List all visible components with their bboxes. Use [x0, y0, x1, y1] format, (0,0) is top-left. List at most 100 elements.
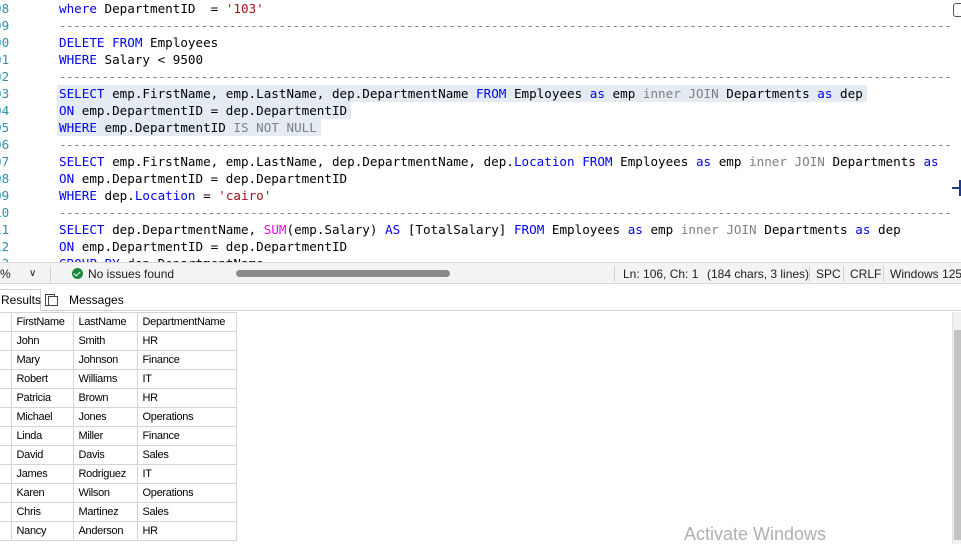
table-cell[interactable]: Miller — [72, 426, 138, 446]
code-line[interactable]: 09 WHERE dep.Location = 'cairo' — [0, 187, 961, 204]
code-token: SELECT — [59, 222, 113, 237]
table-cell[interactable]: Michael — [10, 407, 74, 427]
horizontal-scrollbar[interactable] — [236, 270, 450, 277]
tab-results[interactable]: Results — [0, 289, 41, 311]
code-line[interactable]: 08 ON emp.DepartmentID = dep.DepartmentID — [0, 170, 961, 187]
grid-corner[interactable] — [0, 312, 12, 332]
table-cell[interactable]: HR — [136, 521, 237, 541]
code-text: SELECT dep.DepartmentName, SUM(emp.Salar… — [59, 221, 901, 238]
tab-messages[interactable]: Messages — [44, 291, 124, 311]
table-cell[interactable]: Patricia — [10, 388, 74, 408]
row-header[interactable] — [0, 483, 12, 503]
code-line[interactable]: 05 WHERE emp.DepartmentID IS NOT NULL — [0, 119, 961, 136]
code-line[interactable]: 99 --------------------------------------… — [0, 17, 961, 34]
table-cell[interactable]: Linda — [10, 426, 74, 446]
code-line[interactable]: 98 where DepartmentID = '103' — [0, 0, 961, 17]
table-cell[interactable]: Karen — [10, 483, 74, 503]
code-line[interactable]: 02 --------------------------------------… — [0, 68, 961, 85]
table-cell[interactable]: Wilson — [72, 483, 138, 503]
table-cell[interactable]: Sales — [136, 445, 237, 465]
row-header[interactable] — [0, 350, 12, 370]
table-row[interactable]: Linda Miller Finance — [0, 426, 237, 446]
table-cell[interactable]: David — [10, 445, 74, 465]
issues-status[interactable]: No issues found — [88, 266, 174, 282]
spacing-mode[interactable]: SPC — [816, 266, 841, 282]
separator-comment: ----------------------------------------… — [59, 18, 951, 33]
code-line[interactable]: 10 --------------------------------------… — [0, 204, 961, 221]
table-cell[interactable]: Davis — [72, 445, 138, 465]
table-cell[interactable]: Nancy — [10, 521, 74, 541]
code-token: SELECT — [59, 154, 113, 169]
table-cell[interactable]: Anderson — [72, 521, 138, 541]
line-ending[interactable]: CRLF — [850, 266, 881, 282]
table-cell[interactable]: Johnson — [72, 350, 138, 370]
zoom-value: % — [0, 267, 11, 281]
table-row[interactable]: Nancy Anderson HR — [0, 521, 237, 541]
code-line[interactable]: 06 --------------------------------------… — [0, 136, 961, 153]
row-header[interactable] — [0, 502, 12, 522]
code-line[interactable]: 04 ON emp.DepartmentID = dep.DepartmentID — [0, 102, 961, 119]
code-line[interactable]: 00 DELETE FROM Employees — [0, 34, 961, 51]
table-row[interactable]: Robert Williams IT — [0, 369, 237, 389]
table-cell[interactable]: HR — [136, 388, 237, 408]
table-cell[interactable]: IT — [136, 369, 237, 389]
code-token: IS NOT NULL — [233, 120, 317, 135]
table-cell[interactable]: Jones — [72, 407, 138, 427]
table-cell[interactable]: Finance — [136, 350, 237, 370]
code-token: Salary < 9500 — [104, 52, 204, 67]
table-cell[interactable]: Brown — [72, 388, 138, 408]
code-line[interactable]: 03 SELECT emp.FirstName, emp.LastName, de… — [0, 85, 961, 102]
table-row[interactable]: Michael Jones Operations — [0, 407, 237, 427]
table-row[interactable]: Karen Wilson Operations — [0, 483, 237, 503]
table-row[interactable]: Patricia Brown HR — [0, 388, 237, 408]
encoding[interactable]: Windows 1252 — [890, 266, 961, 282]
table-row[interactable]: Mary Johnson Finance — [0, 350, 237, 370]
table-cell[interactable]: James — [10, 464, 74, 484]
table-cell[interactable]: IT — [136, 464, 237, 484]
row-header[interactable] — [0, 407, 12, 427]
code-line[interactable]: 11 SELECT dep.DepartmentName, SUM(emp.Sal… — [0, 221, 961, 238]
column-header[interactable]: DepartmentName — [136, 312, 237, 332]
row-header[interactable] — [0, 388, 12, 408]
table-cell[interactable]: Williams — [72, 369, 138, 389]
code-line[interactable]: 13 GROUP BY dep.DepartmentName — [0, 255, 961, 262]
row-header[interactable] — [0, 521, 12, 541]
row-header[interactable] — [0, 445, 12, 465]
code-line[interactable]: 12 ON emp.DepartmentID = dep.DepartmentID — [0, 238, 961, 255]
scrollbar-thumb[interactable] — [954, 330, 961, 540]
code-token: SUM — [263, 222, 287, 237]
sql-editor[interactable]: 98 where DepartmentID = '103' 99 ----------… — [0, 0, 961, 262]
table-cell[interactable]: Sales — [136, 502, 237, 522]
table-cell[interactable]: Operations — [136, 407, 237, 427]
table-cell[interactable]: Martinez — [72, 502, 138, 522]
line-number: 04 — [0, 103, 10, 118]
column-header[interactable]: FirstName — [10, 312, 74, 332]
table-cell[interactable]: Smith — [72, 331, 138, 351]
activate-windows-watermark: Activate Windows — [684, 524, 827, 544]
column-header[interactable]: LastName — [72, 312, 138, 332]
editor-caret-marker — [952, 180, 961, 196]
row-header[interactable] — [0, 464, 12, 484]
table-row[interactable]: John Smith HR — [0, 331, 237, 351]
table-row[interactable]: James Rodriguez IT — [0, 464, 237, 484]
table-cell[interactable]: John — [10, 331, 74, 351]
code-line[interactable]: 01 WHERE Salary < 9500 — [0, 51, 961, 68]
code-token: inner — [680, 222, 727, 237]
table-row[interactable]: Chris Martinez Sales — [0, 502, 237, 522]
table-cell[interactable]: Finance — [136, 426, 237, 446]
table-row[interactable]: David Davis Sales — [0, 445, 237, 465]
table-cell[interactable]: Chris — [10, 502, 74, 522]
cursor-position[interactable]: Ln: 106, Ch: 1 — [623, 266, 698, 282]
table-cell[interactable]: Rodriguez — [72, 464, 138, 484]
grid-vertical-scrollbar[interactable] — [952, 312, 961, 544]
row-header[interactable] — [0, 369, 12, 389]
code-line[interactable]: 07 SELECT emp.FirstName, emp.LastName, de… — [0, 153, 961, 170]
zoom-dropdown[interactable]: % ∨ — [0, 266, 44, 282]
row-header[interactable] — [0, 331, 12, 351]
table-cell[interactable]: Operations — [136, 483, 237, 503]
table-cell[interactable]: Robert — [10, 369, 74, 389]
tab-messages-label: Messages — [69, 293, 124, 307]
table-cell[interactable]: HR — [136, 331, 237, 351]
table-cell[interactable]: Mary — [10, 350, 74, 370]
row-header[interactable] — [0, 426, 12, 446]
